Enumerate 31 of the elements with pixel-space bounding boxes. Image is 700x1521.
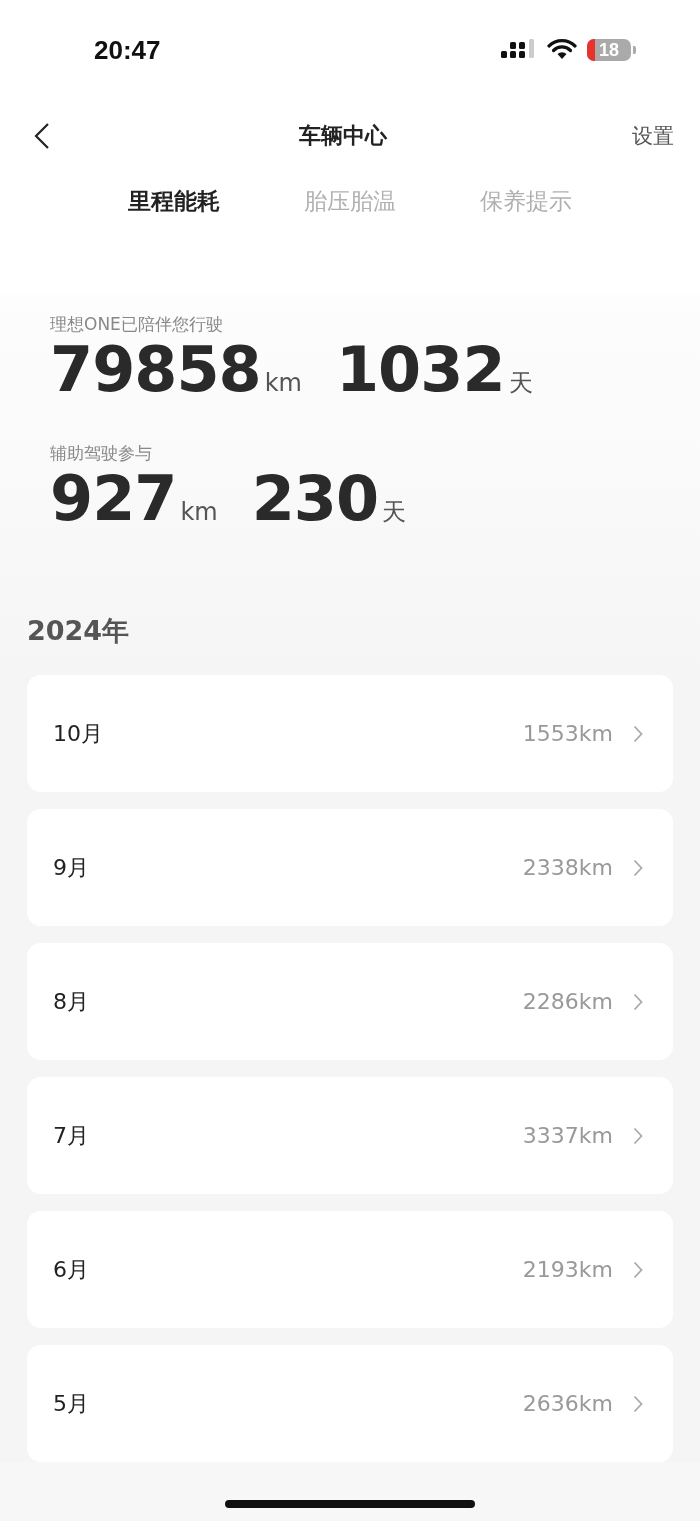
battery-indicator: 18 bbox=[587, 39, 631, 61]
days-value: 230 bbox=[251, 465, 379, 534]
wifi-icon bbox=[547, 39, 577, 61]
distance-value: 79858 bbox=[50, 336, 261, 405]
chevron-right-icon bbox=[633, 1260, 643, 1279]
year-heading: 2024年 bbox=[27, 614, 130, 649]
chevron-right-icon bbox=[633, 1394, 643, 1413]
month-row[interactable]: 6月 2193km bbox=[27, 1211, 673, 1329]
days-value: 1032 bbox=[336, 336, 505, 405]
page-title: 车辆中心 bbox=[299, 122, 387, 150]
settings-link[interactable]: 设置 bbox=[632, 122, 674, 150]
month-row[interactable]: 9月 2338km bbox=[27, 809, 673, 927]
chevron-right-icon bbox=[633, 992, 643, 1011]
distance-unit: km bbox=[264, 369, 302, 397]
status-time: 20:47 bbox=[94, 34, 161, 66]
chevron-right-icon bbox=[633, 724, 643, 743]
days-unit: 天 bbox=[382, 497, 407, 529]
distance-value: 927 bbox=[50, 465, 177, 534]
tab[interactable]: 里程能耗 bbox=[128, 186, 220, 217]
stat-label: 辅助驾驶参与 bbox=[50, 442, 152, 466]
month-row[interactable]: 10月 1553km bbox=[27, 675, 673, 793]
days-unit: 天 bbox=[508, 368, 533, 399]
back-icon bbox=[34, 122, 50, 150]
stat-label: 理想ONE已陪伴您行驶 bbox=[50, 313, 223, 336]
distance-unit: km bbox=[180, 498, 218, 527]
month-row[interactable]: 5月 2636km bbox=[27, 1345, 673, 1463]
chevron-right-icon bbox=[633, 858, 643, 877]
month-row[interactable]: 8月 2286km bbox=[27, 943, 673, 1061]
chevron-right-icon bbox=[633, 1126, 643, 1145]
month-row[interactable]: 7月 3337km bbox=[27, 1077, 673, 1195]
signal-icon bbox=[501, 39, 537, 61]
